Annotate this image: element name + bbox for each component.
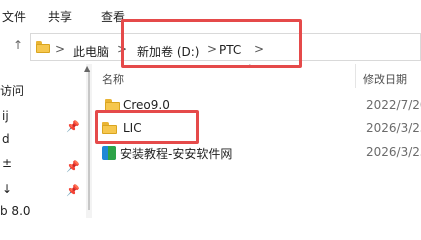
nav-item[interactable]: ± (2, 156, 12, 170)
breadcrumb-separator: > (254, 42, 265, 56)
column-header-date[interactable]: 修改日期 (363, 71, 407, 87)
tab-share[interactable]: 共享 (48, 8, 72, 25)
nav-item[interactable]: b 8.0 (0, 204, 31, 218)
file-name: LIC (123, 121, 142, 135)
address-bar[interactable]: > 此电脑 > 新加卷 (D:) > PTC > (30, 33, 421, 61)
ribbon-tabs: 文件 共享 查看 (0, 0, 421, 30)
folder-icon (102, 122, 117, 134)
breadcrumb-drive-d[interactable]: 新加卷 (D:) (137, 43, 199, 60)
breadcrumb-separator: > (117, 42, 128, 56)
folder-icon (105, 99, 120, 111)
scroll-up-icon[interactable]: ▲ (84, 64, 90, 73)
nav-item[interactable]: ↓ (2, 182, 12, 196)
nav-item[interactable]: d (2, 132, 10, 146)
file-name: Creo9.0 (123, 98, 170, 112)
breadcrumb-ptc[interactable]: PTC (219, 43, 241, 57)
file-name: 安装教程-安安软件网 (120, 147, 233, 161)
pin-icon[interactable]: 📌 (66, 120, 80, 133)
column-divider[interactable] (355, 64, 356, 88)
sort-caret-icon: ^ (246, 64, 254, 74)
app-shortcut-icon (102, 146, 116, 160)
file-row[interactable]: LIC 2026/3/25 (92, 117, 421, 141)
nav-item[interactable]: 访问 (0, 82, 24, 99)
file-explorer-window: 文件 共享 查看 ↑ > 此电脑 > 新加卷 (D:) > PTC > 访问 i… (0, 0, 421, 218)
navigation-pane: 访问 ij d ± ↓ b 8.0 📌 📌 📌 (0, 64, 92, 218)
nav-item[interactable]: ij (2, 109, 9, 123)
column-header-name[interactable]: 名称 (102, 71, 124, 87)
breadcrumb-separator: > (207, 42, 218, 56)
file-row[interactable]: Creo9.0 2022/7/20 (92, 94, 421, 118)
tab-view[interactable]: 查看 (101, 8, 125, 25)
breadcrumb-separator: > (55, 42, 66, 56)
pin-icon[interactable]: 📌 (66, 184, 80, 197)
up-arrow-icon[interactable]: ↑ (13, 38, 23, 52)
address-bar-row: ↑ > 此电脑 > 新加卷 (D:) > PTC > (0, 30, 421, 64)
file-date: 2026/3/25 (366, 145, 421, 159)
pin-icon[interactable]: 📌 (66, 160, 80, 173)
scrollbar-thumb[interactable] (88, 70, 90, 210)
tab-file[interactable]: 文件 (2, 8, 26, 25)
folder-icon (36, 41, 50, 53)
file-row[interactable]: 安装教程-安安软件网 2026/3/25 (92, 141, 421, 165)
file-date: 2026/3/25 (366, 121, 421, 135)
breadcrumb-this-pc[interactable]: 此电脑 (73, 43, 109, 60)
file-date: 2022/7/20 (366, 98, 421, 112)
